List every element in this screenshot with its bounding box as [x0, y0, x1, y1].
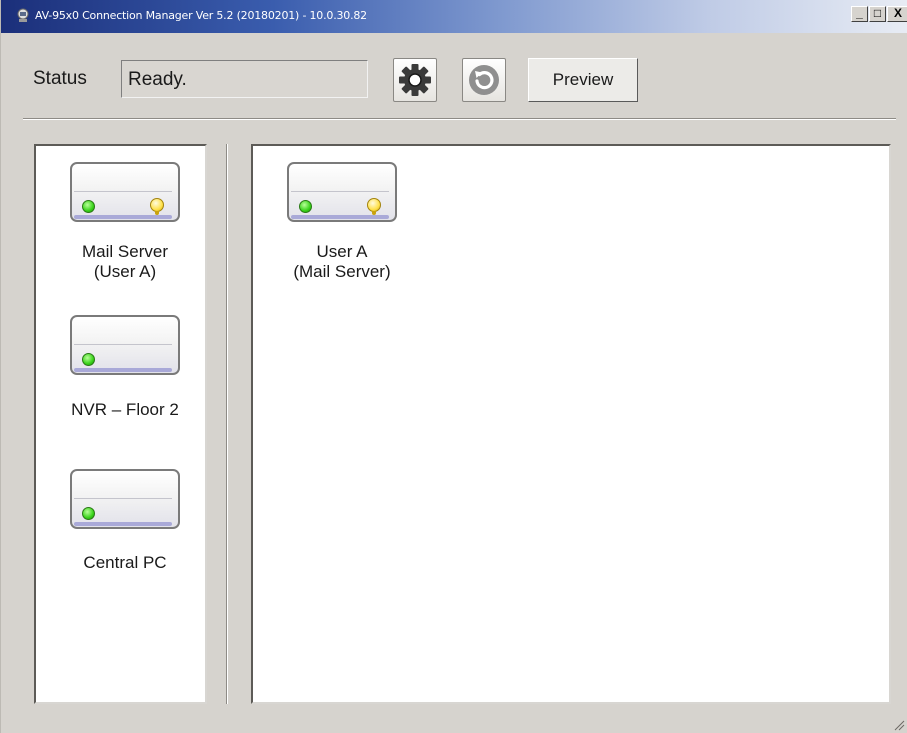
device-icon — [70, 469, 180, 529]
status-field: Ready. — [121, 60, 368, 98]
panel-splitter[interactable] — [223, 144, 231, 704]
app-icon — [17, 8, 29, 22]
toolbar-separator — [23, 118, 896, 120]
green-led-icon — [82, 200, 95, 213]
device-sub: (Mail Server) — [293, 262, 391, 281]
connection-view-panel[interactable]: User A (Mail Server) — [251, 144, 891, 704]
close-button[interactable]: X — [887, 6, 907, 22]
refresh-icon — [469, 65, 499, 95]
device-name: Mail Server — [82, 242, 168, 261]
device-list-panel[interactable]: Mail Server (User A) NVR – Floor 2 Centr… — [34, 144, 207, 704]
preview-button[interactable]: Preview — [528, 58, 638, 102]
status-value: Ready. — [128, 69, 187, 90]
device-name: User A — [316, 242, 368, 261]
device-label: User A (Mail Server) — [262, 242, 422, 282]
green-led-icon — [299, 200, 312, 213]
device-sub: (User A) — [93, 262, 157, 281]
device-name: NVR – Floor 2 — [71, 400, 179, 419]
status-label: Status — [33, 68, 87, 89]
connected-user-a[interactable] — [287, 162, 397, 222]
connection-manager-window: AV-95x0 Connection Manager Ver 5.2 (2018… — [0, 0, 907, 733]
gear-icon — [399, 64, 431, 96]
device-name: Central PC — [83, 553, 167, 572]
device-icon — [70, 162, 180, 222]
yellow-bulb-icon — [150, 198, 164, 215]
green-led-icon — [82, 353, 95, 366]
settings-button[interactable] — [393, 58, 437, 102]
device-label: NVR – Floor 2 — [45, 400, 205, 420]
maximize-button[interactable]: □ — [869, 6, 886, 22]
yellow-bulb-icon — [367, 198, 381, 215]
title-bar[interactable]: AV-95x0 Connection Manager Ver 5.2 (2018… — [1, 0, 907, 33]
green-led-icon — [82, 507, 95, 520]
device-mail-server[interactable] — [70, 162, 180, 222]
device-nvr-floor-2[interactable] — [70, 315, 180, 375]
device-label: Mail Server (User A) — [45, 242, 205, 282]
device-icon — [70, 315, 180, 375]
device-label: Central PC — [45, 553, 205, 573]
resize-grip-icon[interactable] — [893, 719, 905, 731]
minimize-button[interactable]: _ — [851, 6, 868, 22]
device-central-pc[interactable] — [70, 469, 180, 529]
refresh-button[interactable] — [462, 58, 506, 102]
device-icon — [287, 162, 397, 222]
window-title: AV-95x0 Connection Manager Ver 5.2 (2018… — [35, 9, 367, 22]
